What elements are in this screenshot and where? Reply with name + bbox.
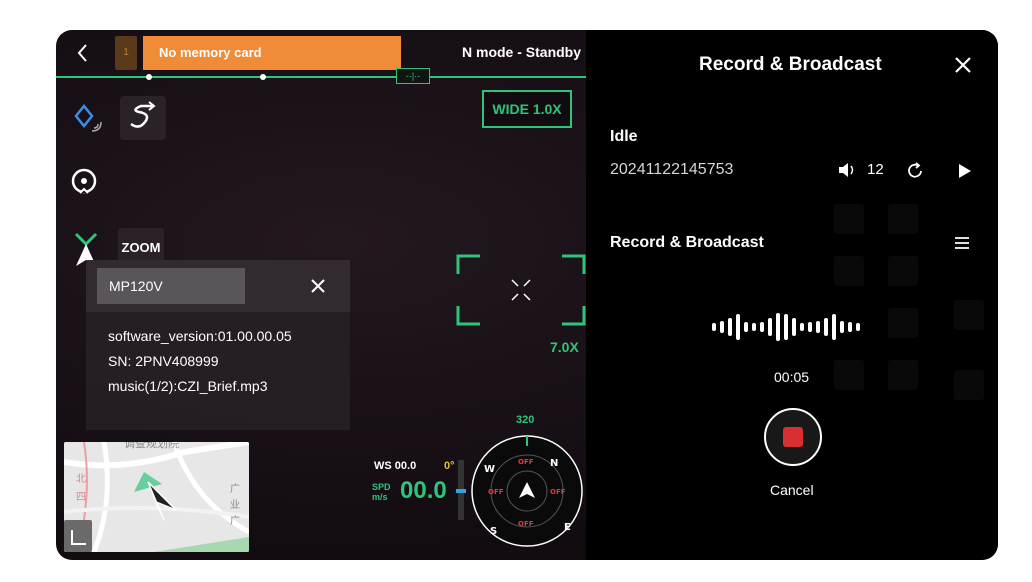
play-button[interactable]: [954, 161, 974, 181]
svg-text:广: 广: [230, 515, 240, 527]
wind-speed: WS 00.0: [374, 460, 417, 472]
corner-icon: [71, 530, 86, 545]
elapsed-time: 00:05: [774, 369, 810, 385]
device-screen: 1 No memory card N mode - Standby -·|·-: [56, 30, 998, 560]
speed-label-text: SPD: [372, 482, 391, 492]
loop-button[interactable]: [904, 160, 926, 182]
route-tool[interactable]: [120, 96, 166, 140]
record-button[interactable]: [764, 408, 822, 466]
broadcast-status: Idle: [610, 128, 638, 145]
battery-badge: 1: [115, 36, 137, 70]
speed-unit: m/s: [372, 492, 388, 502]
panel-close-button[interactable]: [952, 54, 974, 76]
obstacle-off-bottom: OFF: [518, 520, 534, 528]
top-bar: 1 No memory card N mode - Standby: [56, 30, 586, 76]
point-of-interest-tool[interactable]: [66, 164, 102, 200]
heading-value: 320: [516, 414, 535, 426]
close-icon: [955, 57, 971, 73]
panel-title: Record & Broadcast: [699, 54, 882, 75]
obstacle-off-right: OFF: [550, 488, 566, 496]
obstacle-off-left: OFF: [488, 488, 504, 496]
play-icon: [959, 164, 971, 178]
volume-icon[interactable]: [837, 162, 857, 178]
vertical-speed-indicator: [456, 489, 466, 493]
volume-value: 12: [867, 161, 884, 178]
info-close-button[interactable]: [306, 274, 330, 298]
cancel-button[interactable]: Cancel: [770, 482, 814, 498]
svg-text:北: 北: [76, 473, 86, 485]
music-track: music(1/2):CZI_Brief.mp3: [108, 378, 268, 394]
camera-lens-zoom-button[interactable]: WIDE 1.0X: [482, 90, 572, 128]
svg-text:广: 广: [230, 483, 240, 495]
waypoint-tool[interactable]: [70, 100, 110, 140]
obstacle-off-top: OFF: [518, 458, 534, 466]
timeline-marker: [260, 74, 266, 80]
compass: N W S E OFF OFF OFF OFF: [470, 434, 584, 548]
waypoint-icon: [74, 103, 102, 132]
device-info-header: MP120V: [86, 260, 350, 312]
back-button[interactable]: [70, 40, 96, 66]
speed-label: SPD m/s: [372, 482, 391, 502]
record-broadcast-panel: Record & Broadcast Idle 20241122145753 1…: [586, 30, 998, 560]
stop-icon: [783, 427, 803, 447]
device-model-field[interactable]: MP120V: [97, 268, 245, 304]
tilt-angle: 0°: [444, 460, 455, 472]
compass-north: N: [550, 458, 558, 469]
map-expand-button[interactable]: [64, 520, 92, 552]
zoom-factor: 7.0X: [550, 339, 579, 355]
serial-number: SN: 2PNV408999: [108, 353, 219, 369]
audio-waveform: [710, 312, 878, 342]
svg-text:调查规划院: 调查规划院: [124, 442, 179, 450]
svg-text:业: 业: [230, 499, 240, 511]
chevron-left-icon: [77, 44, 87, 62]
software-version: software_version:01.00.00.05: [108, 328, 292, 344]
close-icon: [311, 279, 325, 293]
timeline-track: [56, 76, 586, 78]
device-info-panel: MP120V software_version:01.00.00.05 SN: …: [86, 260, 350, 430]
focus-frame: [456, 254, 586, 326]
menu-icon: [955, 237, 969, 249]
repeat-icon: [908, 162, 922, 178]
svg-text:四: 四: [76, 492, 86, 503]
timeline-marker: [146, 74, 152, 80]
speed-value: 00.0: [400, 477, 447, 504]
compass-east: E: [564, 522, 571, 533]
route-icon: [130, 101, 156, 128]
compass-south: S: [490, 526, 497, 537]
memory-card-warning: No memory card: [143, 36, 401, 70]
flight-mode-status: N mode - Standby: [462, 44, 582, 60]
recording-name: 20241122145753: [610, 161, 734, 178]
compass-west: W: [484, 464, 495, 475]
gimbal-position-marker: -·|·-: [396, 68, 430, 84]
menu-button[interactable]: [952, 234, 972, 252]
section-title: Record & Broadcast: [610, 234, 764, 251]
orbit-icon: [71, 168, 97, 194]
